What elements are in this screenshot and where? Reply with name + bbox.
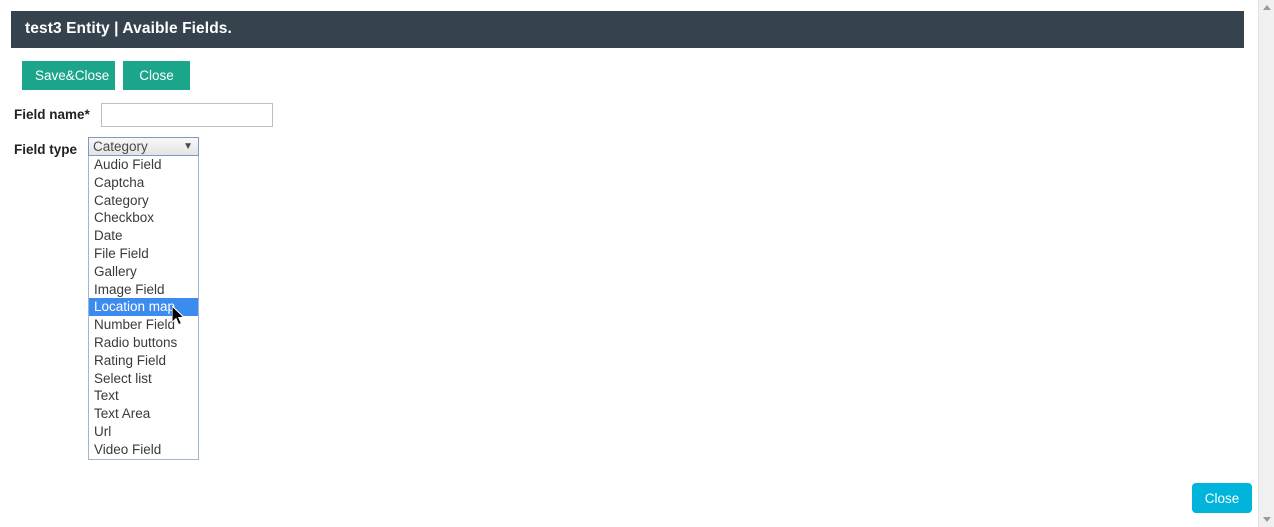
field-type-row: Field type Category ▼ Audio Field Captcha… [0,135,1258,460]
field-type-option[interactable]: Select list [89,370,198,388]
field-type-option-list[interactable]: Audio Field Captcha Category Checkbox Date Fi… [88,156,199,460]
close-button-bottom[interactable]: Close [1192,483,1252,513]
page-title: test3 Entity | Avaible Fields. [25,20,232,37]
field-type-option[interactable]: Date [89,227,198,245]
field-type-option[interactable]: Image Field [89,281,198,299]
field-type-option[interactable]: Url [89,423,198,441]
scroll-down-triangle [1263,517,1271,522]
field-type-option[interactable]: Audio Field [89,156,198,174]
field-type-option[interactable]: Number Field [89,316,198,334]
field-type-option[interactable]: Radio buttons [89,334,198,352]
field-type-option[interactable]: Gallery [89,263,198,281]
field-name-input[interactable] [101,103,273,127]
page-header-bar: test3 Entity | Avaible Fields. [11,11,1244,48]
toolbar: Save&Close Close [22,61,190,90]
field-name-label: Field name* [14,107,90,122]
page-viewport: test3 Entity | Avaible Fields. Save&Clos… [0,0,1258,527]
field-type-selected-value: Category [93,139,148,154]
close-button-top[interactable]: Close [123,61,190,90]
field-type-option[interactable]: File Field [89,245,198,263]
field-form: Field name* Field type Category ▼ Audio … [0,100,1258,460]
field-type-label: Field type [14,142,78,157]
field-type-option[interactable]: Captcha [89,174,198,192]
field-type-option[interactable]: Rating Field [89,352,198,370]
vertical-scrollbar[interactable] [1258,0,1274,527]
field-type-option[interactable]: Video Field [89,441,198,459]
field-type-option[interactable]: Category [89,192,198,210]
field-type-select[interactable]: Category ▼ [88,137,199,156]
field-name-row: Field name* [0,100,1258,135]
scroll-down-arrow-icon[interactable] [1259,511,1274,527]
field-type-option[interactable]: Text [89,387,198,405]
save-and-close-button[interactable]: Save&Close [22,61,115,90]
scroll-up-arrow-icon[interactable] [1259,0,1274,16]
field-type-option[interactable]: Location map [89,298,198,317]
scroll-up-triangle [1263,5,1271,10]
chevron-down-icon: ▼ [183,141,193,152]
field-type-option[interactable]: Text Area [89,405,198,423]
field-type-option[interactable]: Checkbox [89,209,198,227]
